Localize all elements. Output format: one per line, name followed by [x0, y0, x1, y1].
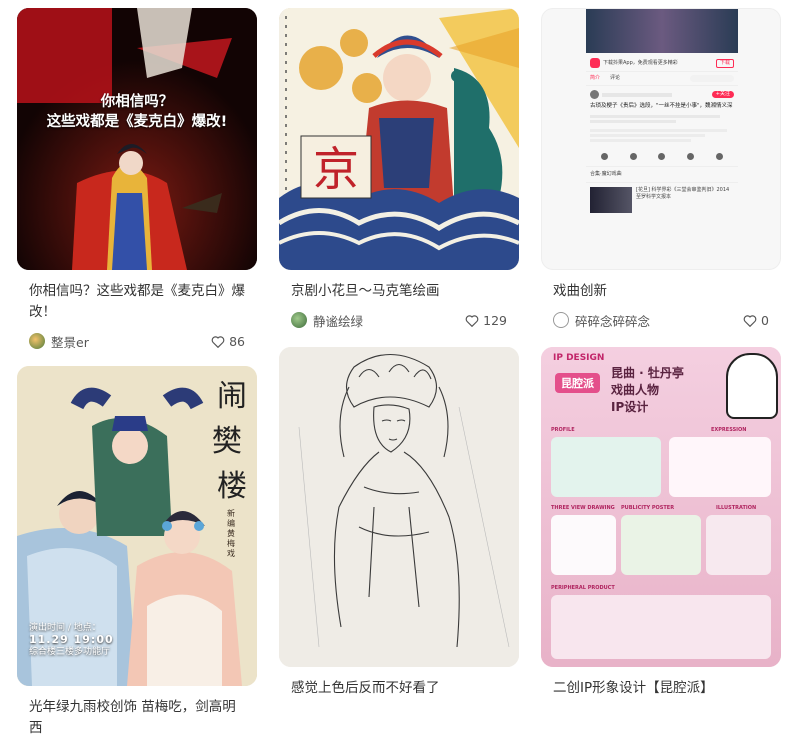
- section-expression: EXPRESSION: [711, 427, 747, 433]
- poster-title-char-1: 闹: [217, 379, 247, 414]
- expression-panel: [669, 437, 771, 497]
- poster-subtitle-v5: 戏: [227, 548, 235, 558]
- illustration-panel: [706, 515, 771, 575]
- note-title[interactable]: 二创IP形象设计【昆腔派】: [541, 678, 781, 699]
- section-publicity: PUBLICITY POSTER: [621, 505, 675, 511]
- section-peripheral: PERIPHERAL PRODUCT: [551, 585, 615, 591]
- marker-drawing-illustration: 京: [279, 8, 519, 270]
- like-count: 129: [483, 312, 507, 328]
- peripheral-panel: [551, 595, 771, 659]
- publicity-panel: [621, 515, 701, 575]
- ip-headline-1: 昆曲 · 牡丹亭: [611, 366, 684, 380]
- section-profile: PROFILE: [551, 427, 575, 433]
- video-thumbnail: [586, 9, 738, 53]
- related-video-title: [花旦] 科学界彩《三堂会审鉴判旧》2014至罗科学文报本: [636, 187, 730, 200]
- note-title[interactable]: 光年绿九雨校创饰 苗梅吃，剑高明西: [17, 697, 257, 739]
- three-view-panel: [551, 515, 616, 575]
- poster-subtitle-v3: 黄: [227, 528, 235, 538]
- heart-icon: [465, 314, 479, 327]
- section-illustration: ILLUSTRATION: [716, 505, 757, 511]
- note-title[interactable]: 感觉上色后反而不好看了: [279, 678, 519, 699]
- note-card[interactable]: 闹 樊 楼 新 编 黄 梅 戏 演出时间 / 地点： 11.29 19:00 综…: [17, 366, 257, 739]
- app-logo-icon: [590, 58, 600, 68]
- brand-badge: 昆腔派: [555, 373, 600, 393]
- like-icon: [600, 153, 608, 160]
- heart-icon: [211, 335, 225, 348]
- show-info: 演出时间 / 地点： 11.29 19:00 综合楼三楼多功能厅: [29, 622, 114, 658]
- note-meta: 碎碎念碎碎念 0: [541, 311, 781, 329]
- download-button: 下载: [715, 58, 734, 68]
- badge-character: 京: [313, 142, 359, 196]
- poster-title-char-3: 楼: [217, 469, 247, 504]
- share-icon: [716, 153, 724, 160]
- uploader-avatar: [590, 90, 599, 99]
- show-place: 综合楼三楼多功能厅: [29, 647, 111, 657]
- note-cover-image[interactable]: [279, 347, 519, 667]
- poster-subtitle-v1: 新: [227, 508, 235, 518]
- comment-input-pill: [690, 75, 734, 82]
- collection-row: 合集·魔幻戏曲: [586, 167, 738, 183]
- poster-subtitle-v2: 编: [227, 518, 235, 528]
- note-cover-image[interactable]: 下载抖果App，免费观看更多精彩 下载 简介 评论 +关注 古琐及梗子《贵后》选…: [541, 8, 781, 270]
- author-name[interactable]: 碎碎念碎碎念: [575, 311, 743, 330]
- author-avatar[interactable]: [553, 312, 569, 328]
- note-card[interactable]: IP DESIGN 昆腔派 昆曲 · 牡丹亭 戏曲人物 IP设计 PROFILE…: [541, 347, 781, 699]
- ip-design-label: IP DESIGN: [553, 353, 605, 363]
- coin-icon: [658, 153, 666, 160]
- note-card[interactable]: 你相信吗？ 这些戏都是《麦克白》爆改! 你相信吗？这些戏都是《麦克白》爆改！ 整…: [17, 8, 257, 350]
- tab-intro: 简介: [590, 75, 601, 81]
- poster-subtitle-v4: 梅: [227, 538, 235, 548]
- profile-panel: [551, 437, 661, 497]
- dislike-icon: [629, 153, 637, 160]
- video-title: 古琐及梗子《贵后》选段，"一丝不挂是小事"，魏湘情义深: [590, 103, 733, 109]
- like-button[interactable]: 86: [211, 334, 245, 349]
- show-time: 11.29 19:00: [29, 633, 114, 646]
- like-button[interactable]: 0: [743, 313, 769, 328]
- download-banner-text: 下载抖果App，免费观看更多精彩: [603, 59, 678, 66]
- ip-headline: 昆曲 · 牡丹亭 戏曲人物 IP设计: [611, 365, 684, 416]
- note-cover-image[interactable]: 闹 樊 楼 新 编 黄 梅 戏 演出时间 / 地点： 11.29 19:00 综…: [17, 366, 257, 686]
- cover-caption-line-1: 你相信吗？: [100, 94, 174, 110]
- note-cover-image[interactable]: 你相信吗？ 这些戏都是《麦克白》爆改!: [17, 8, 257, 270]
- cover-caption-line-2: 这些戏都是《麦克白》爆改!: [46, 114, 228, 130]
- section-three-view: THREE VIEW DRAWING: [551, 505, 615, 511]
- poster-title-char-2: 樊: [212, 424, 242, 459]
- pencil-sketch-image: [279, 347, 519, 667]
- mascot-character: [726, 353, 778, 419]
- note-title[interactable]: 京剧小花旦～马克笔绘画: [279, 281, 519, 302]
- note-cover-image[interactable]: 京: [279, 8, 519, 270]
- app-screenshot: 下载抖果App，免费观看更多精彩 下载 简介 评论 +关注 古琐及梗子《贵后》选…: [586, 53, 738, 267]
- note-meta: 整景er 86: [17, 332, 257, 350]
- opera-stage-photo: [17, 8, 257, 270]
- author-name[interactable]: 整景er: [51, 332, 211, 351]
- note-card[interactable]: 京 京剧小花旦～马克笔绘画 静谧绘绿 129: [279, 8, 519, 329]
- like-count: 86: [229, 333, 245, 349]
- note-cover-image[interactable]: IP DESIGN 昆腔派 昆曲 · 牡丹亭 戏曲人物 IP设计 PROFILE…: [541, 347, 781, 667]
- note-meta: 静谧绘绿 129: [279, 311, 519, 329]
- author-name[interactable]: 静谧绘绿: [313, 311, 465, 330]
- ip-headline-2: 戏曲人物: [611, 383, 660, 397]
- note-title[interactable]: 你相信吗？这些戏都是《麦克白》爆改！: [17, 281, 257, 323]
- tab-comments: 评论: [610, 75, 621, 81]
- related-video-thumbnail: [590, 187, 632, 213]
- like-button[interactable]: 129: [465, 313, 507, 328]
- ip-headline-3: IP设计: [611, 400, 649, 414]
- heart-icon: [743, 314, 757, 327]
- favorite-icon: [687, 153, 695, 160]
- note-card[interactable]: 下载抖果App，免费观看更多精彩 下载 简介 评论 +关注 古琐及梗子《贵后》选…: [541, 8, 781, 329]
- author-avatar[interactable]: [291, 312, 307, 328]
- like-count: 0: [761, 312, 769, 328]
- follow-button: +关注: [711, 91, 734, 98]
- note-title[interactable]: 戏曲创新: [541, 281, 781, 302]
- author-avatar[interactable]: [29, 333, 45, 349]
- note-card[interactable]: 感觉上色后反而不好看了: [279, 347, 519, 699]
